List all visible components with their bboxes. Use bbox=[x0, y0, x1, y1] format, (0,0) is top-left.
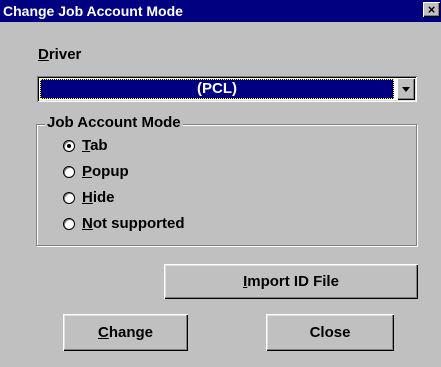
driver-select-value: (PCL) bbox=[40, 79, 394, 99]
button-label: hange bbox=[108, 324, 154, 341]
label-rest: ab bbox=[90, 137, 108, 154]
radio-label-hide: Hide bbox=[82, 188, 115, 208]
title-bar[interactable]: Change Job Account Mode × bbox=[0, 0, 441, 22]
mnemonic: N bbox=[82, 215, 93, 232]
job-account-mode-group: Job Account Mode Tab Popup Hide Not supp… bbox=[36, 114, 417, 246]
radio-icon[interactable] bbox=[63, 218, 75, 230]
close-button[interactable]: Close bbox=[266, 314, 394, 351]
mnemonic: T bbox=[82, 137, 91, 154]
radio-label-popup: Popup bbox=[82, 162, 129, 182]
driver-label: Driver bbox=[38, 46, 81, 63]
mnemonic: C bbox=[97, 324, 109, 341]
driver-select[interactable]: (PCL) bbox=[37, 76, 417, 102]
label-rest: opup bbox=[92, 163, 129, 180]
mnemonic: H bbox=[82, 189, 93, 206]
change-button[interactable]: Change bbox=[63, 314, 188, 351]
radio-label-tab: Tab bbox=[82, 136, 108, 156]
driver-label-mnemonic: D bbox=[38, 46, 49, 63]
button-label: mport ID File bbox=[247, 273, 339, 290]
radio-label-not-supported: Not supported bbox=[82, 214, 185, 234]
driver-label-rest: river bbox=[48, 46, 82, 63]
chevron-down-icon[interactable] bbox=[397, 78, 415, 100]
import-id-file-button[interactable]: Import ID File bbox=[164, 264, 418, 299]
label-rest: ot supported bbox=[92, 215, 185, 232]
group-legend: Job Account Mode bbox=[45, 114, 183, 131]
mnemonic: P bbox=[82, 163, 93, 180]
button-label: Close bbox=[309, 324, 351, 341]
dialog-window: Change Job Account Mode × Driver (PCL) J… bbox=[0, 0, 441, 367]
radio-icon[interactable] bbox=[63, 166, 75, 178]
window-title: Change Job Account Mode bbox=[3, 3, 183, 19]
close-icon[interactable]: × bbox=[423, 2, 440, 17]
radio-icon-checked[interactable] bbox=[63, 140, 75, 152]
radio-icon[interactable] bbox=[63, 192, 75, 204]
label-rest: ide bbox=[92, 189, 115, 206]
